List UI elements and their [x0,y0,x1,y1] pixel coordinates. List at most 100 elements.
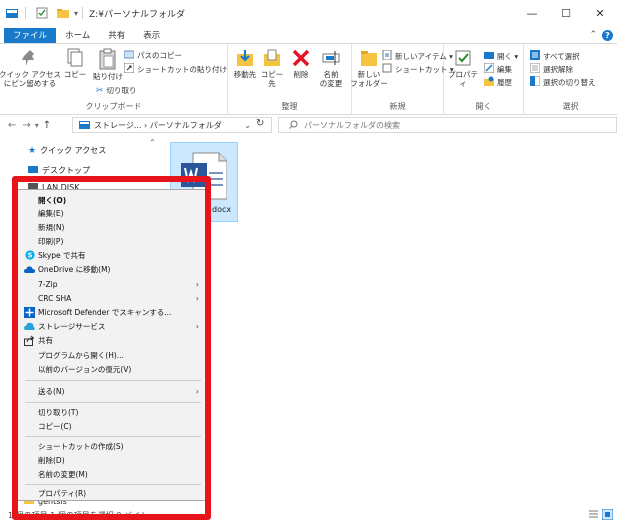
divider [25,7,26,19]
paste-icon [98,48,118,72]
rename-button[interactable]: 名前 の変更 [314,48,348,88]
recent-locations-icon[interactable]: ▾ [35,121,39,130]
search-input[interactable]: パーソナルフォルダの検索 [278,117,617,133]
tab-file[interactable]: ファイル [4,27,57,43]
copy-path-button[interactable]: パスのコピー [123,50,182,61]
maximize-button[interactable]: ☐ [549,0,583,26]
copy-to-icon [262,48,282,70]
ribbon-help: ⌃ ? [589,27,613,43]
title-bar: ▾ Z:¥パーソナルフォルダ — ☐ ✕ [0,0,617,26]
scroll-up-icon[interactable]: ⌃ [149,138,156,147]
paste-shortcut-label: ショートカットの貼り付け [137,64,227,74]
address-box[interactable]: ストレージ... › パーソナルフォルダ ⌄ [72,117,272,133]
address-dropdown-icon[interactable]: ⌄ [244,121,251,130]
address-folder-icon [79,120,90,131]
new-folder-button[interactable]: 新しい フォルダー [350,48,388,88]
address-path: ストレージ... › パーソナルフォルダ [94,120,222,130]
large-icons-view-icon[interactable] [601,508,614,521]
select-all-icon [530,50,540,62]
tab-home[interactable]: ホーム [56,28,99,43]
nav-quick-access[interactable]: ★ クイック アクセス [28,145,106,156]
copy-path-icon [123,50,135,61]
customize-quick-access-icon[interactable]: ▾ [74,9,78,18]
select-none-label: 選択解除 [543,64,573,74]
edit-icon [483,62,495,75]
properties-quick-icon[interactable] [36,7,48,19]
edit-label: 編集 [497,64,512,74]
tab-view[interactable]: 表示 [134,28,169,43]
select-none-button[interactable]: 選択解除 [529,62,573,75]
tab-share[interactable]: 共有 [99,28,134,43]
pin-quick-access-button[interactable]: クイック アクセス にピン留めする [0,48,61,88]
select-none-icon [529,62,541,75]
address-bar-row: ← → ▾ ↑ ストレージ... › パーソナルフォルダ ⌄ ↻ パーソナルフォ… [0,115,617,135]
ribbon: クイック アクセス にピン留めする コピー 貼り付け パスのコピー ショートカッ… [0,43,617,115]
search-icon [289,120,298,131]
ribbon-tabs: ファイル ホーム 共有 表示 ⌃ ? [0,27,617,43]
copy-to-label: コピー先 [260,70,284,88]
nav-desktop[interactable]: デスクトップ [28,165,90,176]
new-group-label: 新規 [389,102,406,111]
properties-button[interactable]: プロパティ [448,48,478,88]
folder-window-icon [6,7,18,19]
window-controls: — ☐ ✕ [515,0,617,26]
delete-button[interactable]: 削除 [290,48,312,79]
move-to-button[interactable]: 移動先 [232,48,258,79]
edit-button[interactable]: 編集 [483,62,512,75]
history-button[interactable]: 履歴 [484,76,512,88]
file-name-suffix: docx [212,205,232,214]
cut-button[interactable]: ✂ 切り取り [96,85,137,96]
new-folder-quick-icon[interactable] [57,7,69,19]
properties-label: プロパティ [448,70,478,88]
collapse-ribbon-icon[interactable]: ⌃ [589,30,597,40]
copy-button[interactable]: コピー [62,48,88,79]
delete-x-icon [291,48,311,70]
forward-arrow-icon[interactable]: → [22,120,30,131]
divider [82,7,84,19]
copy-label: コピー [63,70,87,79]
scissors-icon: ✂ [96,85,104,96]
invert-selection-icon [529,75,541,88]
select-all-button[interactable]: すべて選択 [530,50,580,62]
nav-desktop-label: デスクトップ [42,166,90,175]
easy-access-button[interactable]: ショートカット ▾ [382,63,454,75]
history-label: 履歴 [497,77,512,87]
refresh-icon[interactable]: ↻ [256,118,264,129]
nav-quick-access-label: クイック アクセス [40,146,107,155]
search-placeholder: パーソナルフォルダの検索 [304,120,400,130]
open-group-label: 開く [475,102,492,111]
invert-selection-label: 選択の切り替え [543,77,596,87]
up-arrow-icon[interactable]: ↑ [43,120,51,131]
invert-selection-button[interactable]: 選択の切り替え [529,75,596,88]
new-item-button[interactable]: 新しいアイテム ▾ [382,49,453,62]
paste-shortcut-button[interactable]: ショートカットの貼り付け [123,62,227,75]
copy-icon [66,48,84,70]
open-label: 開く ▾ [497,51,519,61]
history-icon [484,76,494,88]
details-view-icon[interactable] [588,509,599,520]
pin-label: クイック アクセス にピン留めする [0,70,62,88]
minimize-button[interactable]: — [515,0,549,26]
paste-shortcut-icon [123,62,135,75]
help-icon[interactable]: ? [602,29,613,41]
easy-access-icon [382,63,392,75]
select-group: すべて選択 選択解除 選択の切り替え 選択 [524,44,617,115]
paste-button[interactable]: 貼り付け [92,48,124,81]
back-arrow-icon[interactable]: ← [8,120,16,131]
move-to-label: 移動先 [233,70,257,79]
open-button[interactable]: 開く ▾ [484,50,518,62]
copy-to-button[interactable]: コピー先 [258,48,286,88]
open-icon [484,50,494,62]
properties-icon [453,48,473,70]
cut-label: 切り取り [106,86,137,95]
close-button[interactable]: ✕ [583,0,617,26]
highlight-frame [12,176,211,520]
star-icon: ★ [28,145,37,156]
new-item-icon [382,49,392,62]
delete-label: 削除 [293,70,309,79]
paste-label: 貼り付け [93,72,123,81]
new-group: 新しい フォルダー 新しいアイテム ▾ ショートカット ▾ 新規 [350,44,454,115]
move-to-icon [235,48,255,70]
organize-group: 移動先 コピー先 削除 名前 の変更 整理 [228,44,352,115]
rename-label: 名前 の変更 [319,70,343,88]
